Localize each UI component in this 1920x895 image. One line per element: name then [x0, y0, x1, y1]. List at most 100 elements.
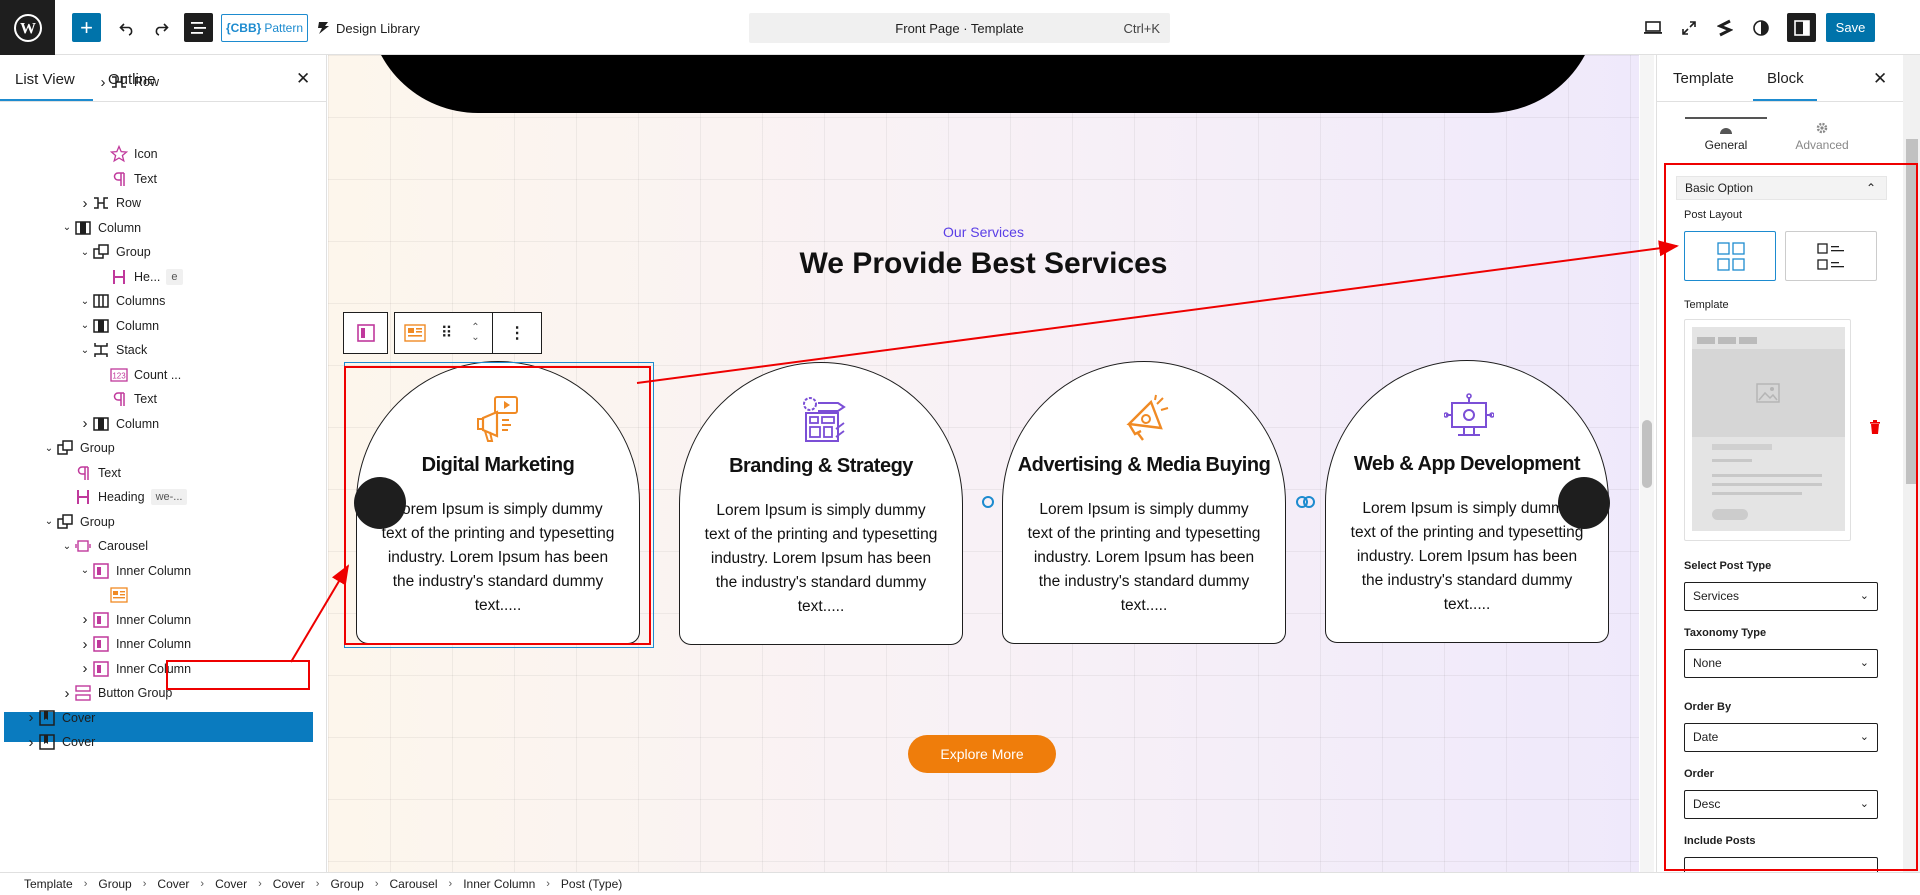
carousel-dot[interactable] — [982, 496, 994, 508]
styles-icon[interactable] — [1746, 13, 1775, 42]
hero-cover-block[interactable] — [368, 55, 1598, 113]
chevron-down-icon[interactable]: ⌄ — [78, 345, 92, 356]
include-posts-input[interactable] — [1684, 857, 1878, 872]
post-type-select[interactable]: Services ⌄ — [1684, 582, 1878, 611]
list-view-item[interactable]: ⌄ Group — [78, 240, 151, 264]
fullscreen-icon[interactable] — [1674, 13, 1703, 42]
breadcrumb-item[interactable]: Inner Column — [463, 877, 535, 891]
tab-template[interactable]: Template — [1673, 70, 1734, 87]
breadcrumb-item[interactable]: Post (Type) — [561, 877, 622, 891]
carousel-prev-arrow[interactable] — [354, 477, 406, 529]
cbb-pattern-button[interactable]: {CBB} Pattern — [221, 14, 308, 42]
canvas-scrollbar-thumb[interactable] — [1642, 420, 1652, 488]
add-block-button[interactable]: + — [72, 13, 101, 42]
list-view-item[interactable]: ⌄ Carousel — [60, 534, 148, 558]
settings-scrollbar-thumb[interactable] — [1906, 139, 1918, 484]
list-view-item[interactable]: Text — [96, 167, 157, 191]
tab-advanced[interactable]: Advanced — [1781, 117, 1863, 155]
list-view-item[interactable]: Icon — [96, 142, 158, 166]
chevron-down-icon[interactable]: ⌄ — [78, 565, 92, 576]
settings-sidebar-icon[interactable] — [1787, 13, 1816, 42]
close-icon[interactable]: ✕ — [1873, 69, 1887, 89]
list-view-item[interactable]: ⌄ Column — [60, 216, 141, 240]
chevron-right-icon[interactable]: › — [78, 195, 92, 212]
chevron-right-icon[interactable]: › — [24, 709, 38, 726]
save-button[interactable]: Save — [1826, 13, 1875, 42]
service-card-text[interactable]: Lorem Ipsum is simply dummy text of the … — [702, 499, 940, 619]
list-view-item[interactable]: He... e — [96, 265, 183, 289]
breadcrumb-item[interactable]: Group — [330, 877, 363, 891]
list-view-item[interactable]: ⌄ Column — [78, 314, 159, 338]
breadcrumb-item[interactable]: Cover — [215, 877, 247, 891]
undo-icon[interactable] — [112, 13, 141, 42]
list-view-item[interactable]: › Button Group — [60, 681, 173, 705]
command-palette-bar[interactable]: Front Page · Template Ctrl+K — [749, 13, 1170, 43]
service-card[interactable]: Branding & Strategy Lorem Ipsum is simply… — [679, 362, 963, 645]
tab-general[interactable]: General — [1685, 117, 1767, 155]
layout-grid-option[interactable] — [1684, 231, 1776, 281]
chevron-right-icon[interactable]: › — [78, 415, 92, 432]
drag-handle-icon[interactable]: ⠿ — [435, 323, 459, 343]
service-card-title[interactable]: Advertising & Media Buying — [1003, 454, 1285, 477]
basic-option-section[interactable]: Basic Option ⌃ — [1676, 176, 1887, 200]
section-subtitle[interactable]: Our Services — [328, 224, 1639, 240]
list-view-item[interactable]: › Inner Column — [78, 608, 192, 632]
list-view-item[interactable]: Text — [60, 461, 121, 485]
carousel-next-arrow[interactable] — [1558, 477, 1610, 529]
chevron-right-icon[interactable]: › — [78, 636, 92, 653]
explore-more-button[interactable]: Explore More — [908, 735, 1056, 773]
chevron-down-icon[interactable]: ⌄ — [42, 443, 56, 454]
list-view-item[interactable]: › Cover — [24, 706, 96, 730]
close-icon[interactable]: ✕ — [296, 69, 310, 89]
list-view-item[interactable]: › Inner Column — [78, 657, 192, 681]
list-view-item[interactable]: › Row — [78, 191, 142, 215]
chevron-right-icon[interactable]: › — [96, 74, 110, 91]
more-options-icon[interactable]: ⋮ — [493, 323, 541, 343]
breadcrumb-item[interactable]: Template — [24, 877, 73, 891]
breadcrumb-item[interactable]: Carousel — [390, 877, 438, 891]
document-overview-button[interactable] — [184, 13, 213, 42]
chevron-down-icon[interactable]: ⌄ — [78, 296, 92, 307]
tab-list-view[interactable]: List View — [15, 71, 75, 88]
list-view-item[interactable]: › Cover — [24, 730, 96, 754]
stackable-icon[interactable] — [1710, 13, 1739, 42]
taxonomy-type-select[interactable]: None ⌄ — [1684, 649, 1878, 678]
chevron-right-icon[interactable]: › — [24, 734, 38, 751]
list-view-item[interactable]: ⌄ Columns — [78, 289, 166, 313]
order-by-select[interactable]: Date ⌄ — [1684, 723, 1878, 752]
tab-block[interactable]: Block — [1767, 70, 1804, 87]
list-view-item[interactable]: Text — [96, 387, 157, 411]
wordpress-logo-icon[interactable]: W — [0, 0, 55, 55]
breadcrumb-item[interactable]: Cover — [273, 877, 305, 891]
service-card-text[interactable]: Lorem Ipsum is simply dummy text of the … — [1025, 498, 1263, 618]
chevron-down-icon[interactable]: ⌄ — [78, 320, 92, 331]
more-options-icon[interactable]: ⋮ — [290, 586, 305, 604]
list-view-item[interactable]: ⌄ Inner Column — [78, 559, 191, 583]
chevron-down-icon[interactable]: ⌄ — [42, 516, 56, 527]
order-select[interactable]: Desc ⌄ — [1684, 790, 1878, 819]
breadcrumb-item[interactable]: Group — [98, 877, 131, 891]
desktop-preview-icon[interactable] — [1638, 13, 1667, 42]
carousel-dot[interactable] — [1303, 496, 1315, 508]
breadcrumb-item[interactable]: Cover — [157, 877, 189, 891]
list-view-item[interactable]: › Column — [78, 412, 160, 436]
section-title[interactable]: We Provide Best Services — [328, 247, 1639, 281]
parent-block-button[interactable] — [343, 312, 388, 354]
service-card[interactable]: Advertising & Media Buying Lorem Ipsum is… — [1002, 361, 1286, 644]
trash-icon[interactable] — [1869, 420, 1881, 437]
chevron-right-icon[interactable]: › — [78, 660, 92, 677]
design-library-button[interactable]: Design Library — [316, 14, 420, 42]
service-card-title[interactable]: Web & App Development — [1326, 453, 1608, 476]
redo-icon[interactable] — [146, 13, 175, 42]
service-card-title[interactable]: Branding & Strategy — [680, 455, 962, 478]
chevron-right-icon[interactable]: › — [60, 685, 74, 702]
list-view-item[interactable]: ⌄ Group — [42, 510, 115, 534]
chevron-down-icon[interactable]: ⌄ — [60, 222, 74, 233]
chevron-down-icon[interactable]: ⌄ — [78, 247, 92, 258]
move-up-down-icon[interactable]: ⌃ ⌄ — [459, 323, 493, 343]
list-view-item[interactable]: ⌄ Group — [42, 436, 115, 460]
template-preview[interactable] — [1684, 319, 1851, 541]
chevron-up-icon[interactable]: ⌃ — [1866, 177, 1876, 199]
editor-canvas[interactable]: Our Services We Provide Best Services ⠿ … — [328, 55, 1639, 872]
list-view-item[interactable]: Post (Type) ⋮ — [96, 583, 305, 607]
